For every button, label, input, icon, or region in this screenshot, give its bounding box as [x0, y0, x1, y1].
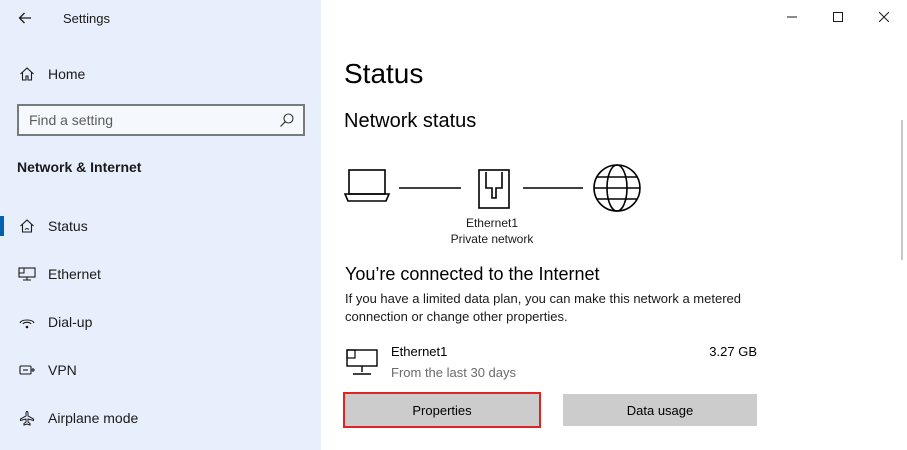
sidebar: Settings Home Network & Internet Status	[0, 0, 321, 450]
sidebar-item-label: Home	[48, 66, 86, 82]
ethernet-icon	[18, 265, 36, 283]
sidebar-item-label: Airplane mode	[48, 410, 139, 426]
connection-period: From the last 30 days	[391, 365, 516, 380]
ethernet-adapter-icon	[478, 169, 510, 209]
data-usage-button[interactable]: Data usage	[563, 394, 757, 426]
close-button[interactable]	[861, 0, 907, 34]
maximize-button[interactable]	[815, 0, 861, 34]
ethernet-icon	[346, 349, 378, 375]
sidebar-item-airplane-mode[interactable]: Airplane mode	[0, 398, 321, 438]
dial-up-icon	[18, 313, 36, 331]
globe-icon	[593, 164, 641, 212]
sidebar-item-vpn[interactable]: VPN	[0, 350, 321, 390]
maximize-icon	[833, 12, 843, 22]
sidebar-item-label: VPN	[48, 362, 77, 378]
airplane-icon	[18, 409, 36, 427]
search-input[interactable]	[19, 112, 269, 128]
adapter-label: Ethernet1 Private network	[446, 215, 538, 247]
scrollbar[interactable]	[901, 120, 903, 260]
home-network-icon	[18, 217, 36, 235]
adapter-network-type: Private network	[450, 232, 534, 246]
active-indicator	[0, 216, 4, 236]
properties-button[interactable]: Properties	[343, 392, 541, 428]
search-icon[interactable]	[279, 112, 295, 128]
network-diagram	[343, 164, 641, 212]
window-controls	[769, 0, 907, 34]
back-arrow-icon	[18, 12, 31, 24]
minimize-button[interactable]	[769, 0, 815, 34]
app-title: Settings	[63, 11, 110, 26]
sidebar-item-home[interactable]: Home	[0, 54, 321, 94]
data-usage-amount: 3.27 GB	[709, 344, 757, 359]
home-icon	[18, 65, 36, 83]
connected-heading: You’re connected to the Internet	[345, 264, 600, 284]
minimize-icon	[787, 16, 797, 18]
main-content: Status Network status Ethernet1 Private …	[321, 0, 907, 450]
sidebar-item-ethernet[interactable]: Ethernet	[0, 254, 321, 294]
connection-row: Ethernet1 From the last 30 days 3.27 GB	[345, 340, 757, 382]
connection-name: Ethernet1	[391, 344, 448, 359]
search-box[interactable]	[17, 104, 305, 136]
sidebar-item-label: Dial-up	[48, 314, 93, 330]
sidebar-item-label: Status	[48, 218, 88, 234]
section-title: Network & Internet	[17, 159, 142, 175]
sidebar-item-label: Ethernet	[48, 266, 101, 282]
back-button[interactable]	[14, 8, 36, 28]
network-status-heading: Network status	[344, 110, 477, 132]
sidebar-item-dial-up[interactable]: Dial-up	[0, 302, 321, 342]
sidebar-item-status[interactable]: Status	[0, 206, 321, 246]
page-title: Status	[344, 58, 424, 89]
vpn-icon	[18, 361, 36, 379]
title-bar: Settings	[0, 0, 321, 36]
adapter-name: Ethernet1	[465, 216, 519, 230]
connection-description: If you have a limited data plan, you can…	[345, 291, 741, 324]
laptop-icon	[343, 169, 391, 202]
close-icon	[879, 12, 889, 22]
